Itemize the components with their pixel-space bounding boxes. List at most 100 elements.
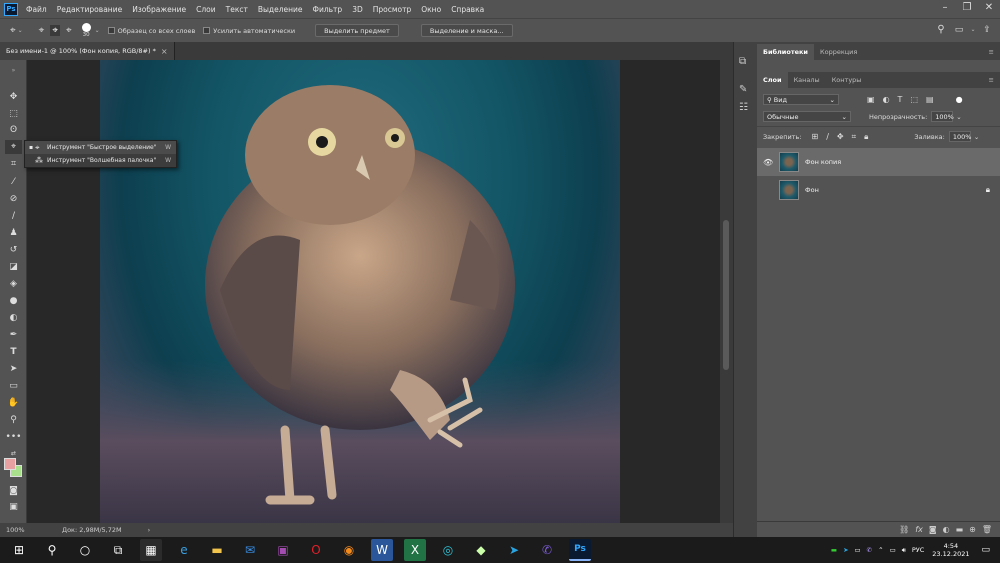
volume-icon[interactable]: 🔊︎: [902, 546, 906, 555]
tab-libraries[interactable]: Библиотеки: [757, 44, 814, 60]
paint-bucket-tool-icon[interactable]: ◈: [5, 277, 22, 291]
excel-app-icon[interactable]: X: [404, 539, 426, 561]
filter-toggle-icon[interactable]: ●: [956, 95, 963, 104]
menu-window[interactable]: Окно: [421, 5, 441, 14]
vertical-scrollbar[interactable]: [720, 60, 733, 523]
eye-icon[interactable]: 👁︎: [763, 158, 773, 167]
tray-chevron-up-icon[interactable]: ⌃: [878, 546, 883, 554]
search-icon[interactable]: ⚲: [41, 539, 63, 561]
brush-size-picker[interactable]: 30: [81, 23, 91, 38]
edge-browser-icon[interactable]: ◎: [437, 539, 459, 561]
layers-panel-menu-icon[interactable]: ≡: [989, 76, 994, 84]
search-icon[interactable]: ⚲: [932, 24, 950, 35]
brush-chevron-down-icon[interactable]: ⌄: [95, 27, 100, 34]
close-tab-icon[interactable]: ×: [161, 47, 168, 56]
blend-mode-select[interactable]: Обычные ⌄: [763, 111, 851, 122]
clock[interactable]: 4:54 23.12.2021: [932, 542, 969, 558]
opacity-field[interactable]: 100%: [931, 111, 954, 122]
menu-3d[interactable]: 3D: [352, 5, 363, 14]
firefox-browser-icon[interactable]: ◉: [338, 539, 360, 561]
tab-layers[interactable]: Слои: [757, 72, 788, 88]
menu-filter[interactable]: Фильтр: [313, 5, 343, 14]
filter-adjustment-icon[interactable]: ◐: [883, 95, 890, 104]
photoshop-taskbar-icon[interactable]: Ps: [569, 539, 591, 561]
menu-file[interactable]: Файл: [26, 5, 47, 14]
add-mask-icon[interactable]: ◙: [929, 525, 937, 534]
network-icon[interactable]: ▭: [890, 546, 896, 554]
tray-green-icon[interactable]: ▬: [831, 546, 837, 554]
quick-mask-icon[interactable]: ◙: [5, 484, 22, 498]
tray-app-icon[interactable]: ▭: [855, 546, 861, 554]
subtract-from-selection-icon[interactable]: ⌖: [66, 25, 72, 36]
panel-menu-icon[interactable]: ≡: [989, 48, 994, 56]
lock-all-icon[interactable]: 🔒︎: [864, 132, 868, 142]
zoom-level[interactable]: 100%: [6, 526, 54, 534]
tab-paths[interactable]: Контуры: [826, 72, 868, 88]
type-tool-icon[interactable]: T: [5, 345, 22, 359]
photos-app-icon[interactable]: ◆: [470, 539, 492, 561]
new-adjustment-layer-icon[interactable]: ◐: [943, 525, 950, 534]
brush-tool-icon[interactable]: ∕: [5, 209, 22, 223]
hand-tool-icon[interactable]: ✋: [5, 396, 22, 410]
lock-position-icon[interactable]: ✥: [837, 132, 844, 141]
zoom-tool-icon[interactable]: ⚲: [5, 413, 22, 427]
new-selection-icon[interactable]: ⌖: [39, 25, 45, 36]
adjustments-icon[interactable]: ☷: [739, 102, 748, 113]
share-icon[interactable]: ⇪: [978, 25, 996, 35]
add-to-selection-icon[interactable]: ⌖: [50, 25, 60, 36]
filter-pixel-icon[interactable]: ▣: [867, 95, 875, 104]
menu-edit[interactable]: Редактирование: [57, 5, 122, 14]
select-subject-button[interactable]: Выделить предмет: [315, 24, 399, 37]
save-app-icon[interactable]: ▣: [272, 539, 294, 561]
new-layer-icon[interactable]: ⊕: [969, 525, 976, 534]
opera-browser-icon[interactable]: O: [305, 539, 327, 561]
brush-settings-icon[interactable]: ✎: [739, 84, 747, 95]
delete-layer-icon[interactable]: 🗑︎: [982, 525, 992, 534]
vertical-scroll-thumb[interactable]: [723, 220, 729, 370]
new-group-icon[interactable]: ▬: [956, 525, 964, 534]
workspace-icon[interactable]: ▭: [950, 25, 968, 35]
task-view-icon[interactable]: ⧉: [107, 539, 129, 561]
toolbar-collapse-icon[interactable]: »: [5, 66, 22, 74]
layer-name[interactable]: Фон: [805, 186, 819, 194]
store-app-icon[interactable]: ▦: [140, 539, 162, 561]
pen-tool-icon[interactable]: ✒: [5, 328, 22, 342]
auto-enhance-checkbox[interactable]: [203, 27, 211, 34]
menu-help[interactable]: Справка: [451, 5, 484, 14]
tab-channels[interactable]: Каналы: [788, 72, 826, 88]
filter-kind-select[interactable]: ⚲ Вид ⌄: [763, 94, 839, 105]
crop-tool-icon[interactable]: ⌗: [5, 157, 22, 171]
lock-pixels-icon[interactable]: ∕: [826, 132, 829, 141]
status-arrow-icon[interactable]: ›: [148, 526, 151, 534]
viber-icon[interactable]: ✆: [536, 539, 558, 561]
rectangle-tool-icon[interactable]: ▭: [5, 379, 22, 393]
filter-smart-object-icon[interactable]: ▤: [926, 95, 934, 104]
more-tools-icon[interactable]: •••: [5, 430, 22, 444]
eyedropper-tool-icon[interactable]: ⁄: [5, 175, 22, 189]
telegram-icon[interactable]: ➤: [503, 539, 525, 561]
marquee-tool-icon[interactable]: ⬚: [5, 107, 22, 121]
owl-photo-canvas[interactable]: [100, 60, 620, 523]
maximize-icon[interactable]: ❐: [956, 2, 978, 13]
layer-row-background-copy[interactable]: 👁︎ Фон копия: [757, 148, 1000, 176]
windows-start-icon[interactable]: ⊞: [8, 539, 30, 561]
quick-selection-preset-icon[interactable]: ⌖: [10, 25, 16, 36]
mail-icon[interactable]: ✉: [239, 539, 261, 561]
chevron-down-icon[interactable]: ⌄: [956, 113, 961, 121]
menu-image[interactable]: Изображение: [132, 5, 186, 14]
layer-name[interactable]: Фон копия: [805, 158, 841, 166]
foreground-color-swatch[interactable]: [4, 458, 16, 470]
dodge-tool-icon[interactable]: ◐: [5, 311, 22, 325]
history-brush-tool-icon[interactable]: ↺: [5, 243, 22, 257]
minimize-icon[interactable]: –: [934, 2, 956, 13]
document-tab[interactable]: Без имени-1 @ 100% (Фон копия, RGB/8#) *…: [0, 42, 175, 60]
tray-viber-icon[interactable]: ✆: [867, 546, 872, 554]
flyout-item-quick-selection[interactable]: ▪ ⌖ Инструмент "Быстрое выделение" W: [25, 141, 176, 154]
close-window-icon[interactable]: ✕: [978, 2, 1000, 13]
blur-tool-icon[interactable]: ●: [5, 294, 22, 308]
menu-type[interactable]: Текст: [226, 5, 248, 14]
menu-select[interactable]: Выделение: [258, 5, 303, 14]
flyout-item-magic-wand[interactable]: ⁂ Инструмент "Волшебная палочка" W: [25, 154, 176, 167]
history-panel-icon[interactable]: ⧉: [739, 56, 746, 67]
chevron-down-icon[interactable]: ⌄: [974, 133, 979, 141]
